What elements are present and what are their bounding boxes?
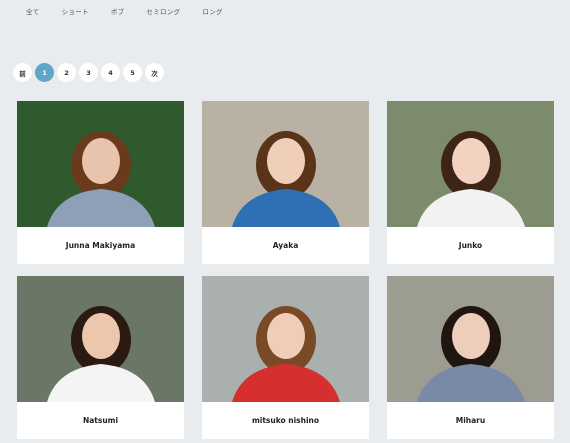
page-3-button[interactable]: 3	[79, 63, 98, 82]
profile-card[interactable]: Miharu	[387, 276, 554, 439]
profile-name: Junna Makiyama	[65, 241, 136, 250]
pagination: 前 1 2 3 4 5 次	[13, 63, 164, 82]
page-4-button[interactable]: 4	[101, 63, 120, 82]
profile-photo[interactable]	[387, 276, 554, 402]
profile-card[interactable]: Natsumi	[17, 276, 184, 439]
page-2-button[interactable]: 2	[57, 63, 76, 82]
prev-page-button[interactable]: 前	[13, 63, 32, 82]
filter-semi-long[interactable]: セミロング	[146, 6, 180, 18]
next-page-button[interactable]: 次	[145, 63, 164, 82]
profile-photo[interactable]	[17, 101, 184, 227]
profile-grid: Junna Makiyama Ayaka Junko Natsumi mitsu…	[17, 101, 554, 439]
profile-name: Junko	[458, 241, 483, 250]
profile-photo[interactable]	[202, 276, 369, 402]
profile-photo[interactable]	[387, 101, 554, 227]
profile-card[interactable]: Ayaka	[202, 101, 369, 264]
profile-card[interactable]: mitsuko nishino	[202, 276, 369, 439]
profile-name: Miharu	[455, 416, 486, 425]
profile-card[interactable]: Junna Makiyama	[17, 101, 184, 264]
profile-card[interactable]: Junko	[387, 101, 554, 264]
profile-name: Ayaka	[272, 241, 299, 250]
filter-all[interactable]: 全て	[26, 6, 40, 18]
page-5-button[interactable]: 5	[123, 63, 142, 82]
category-filter-bar: 全て ショート ボブ セミロング ロング	[26, 6, 245, 18]
profile-name: mitsuko nishino	[251, 416, 320, 425]
profile-name: Natsumi	[82, 416, 119, 425]
filter-bob[interactable]: ボブ	[111, 6, 125, 18]
filter-short[interactable]: ショート	[62, 6, 89, 18]
page-1-button[interactable]: 1	[35, 63, 54, 82]
profile-photo[interactable]	[202, 101, 369, 227]
profile-photo[interactable]	[17, 276, 184, 402]
filter-long[interactable]: ロング	[202, 6, 222, 18]
